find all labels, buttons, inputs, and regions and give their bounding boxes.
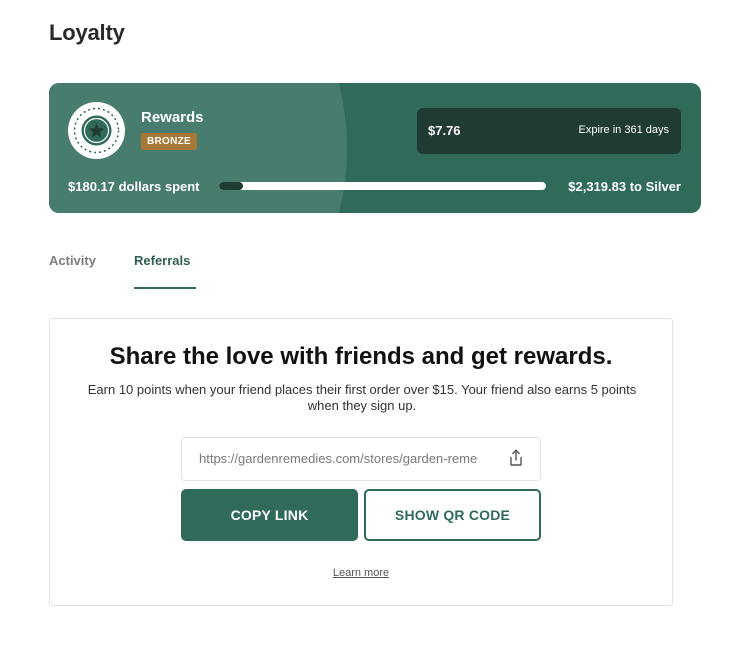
tab-activity[interactable]: Activity (49, 244, 96, 289)
share-icon[interactable] (508, 449, 524, 467)
tab-activity-label: Activity (49, 253, 96, 268)
page-title: Loyalty (49, 20, 125, 45)
tab-referrals[interactable]: Referrals (134, 244, 196, 289)
points-expire-text: Expire in 361 days (578, 124, 670, 136)
points-value: $7.76 (428, 123, 461, 138)
referral-link-field (181, 437, 541, 481)
points-balance-box: $7.76 Expire in 361 days (417, 108, 681, 154)
referral-card: Share the love with friends and get rewa… (49, 318, 673, 606)
star-medal-icon (73, 107, 120, 154)
tab-referrals-label: Referrals (134, 253, 191, 268)
referral-heading: Share the love with friends and get rewa… (109, 343, 613, 370)
show-qr-code-button[interactable]: SHOW QR CODE (364, 489, 541, 541)
learn-more-link[interactable]: Learn more (50, 567, 672, 579)
rewards-title: Rewards (141, 109, 204, 126)
rewards-card: Rewards BRONZE $7.76 Expire in 361 days … (49, 83, 701, 213)
amount-spent-label: $180.17 dollars spent (68, 179, 200, 194)
loyalty-medal (68, 102, 125, 159)
tier-progress-fill (219, 182, 243, 190)
amount-to-next-tier-label: $2,319.83 to Silver (568, 179, 681, 194)
copy-link-button[interactable]: COPY LINK (181, 489, 358, 541)
referral-link-input[interactable] (199, 451, 495, 466)
tier-progress-bar (219, 182, 546, 190)
tier-badge: BRONZE (141, 133, 198, 150)
referral-description: Earn 10 points when your friend places t… (87, 382, 637, 413)
